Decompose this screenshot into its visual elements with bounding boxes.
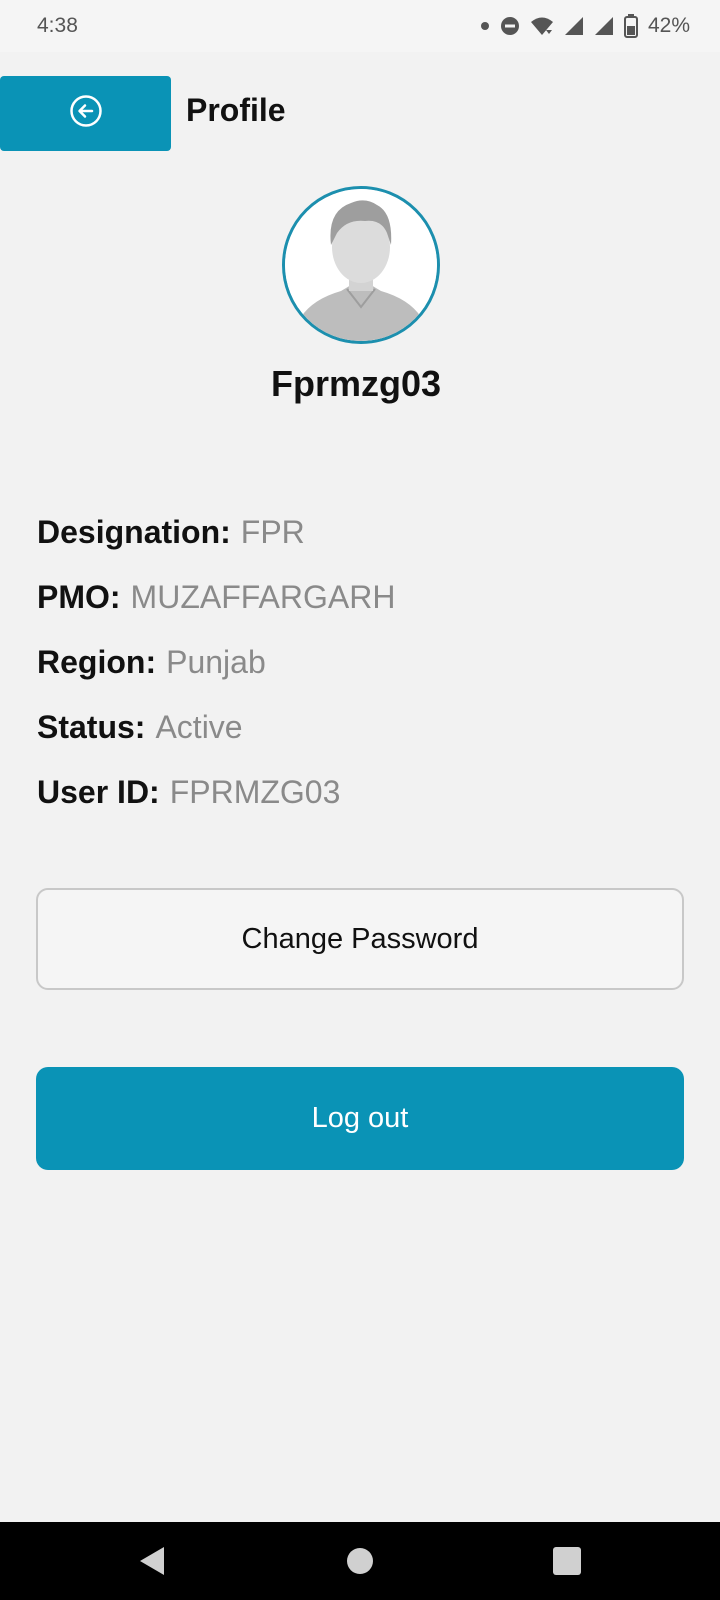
signal-icon-2 [594, 16, 614, 36]
username: Fprmzg03 [270, 363, 442, 404]
square-recents-icon [553, 1547, 581, 1575]
detail-label: Status: [37, 709, 146, 745]
detail-label: Region: [37, 644, 157, 680]
back-button[interactable] [0, 76, 171, 151]
status-bar: 4:38 42% [0, 0, 720, 52]
change-password-button[interactable]: Change Password [36, 888, 684, 990]
avatar [282, 186, 440, 344]
arrow-left-circle-icon [69, 94, 103, 133]
logout-button[interactable]: Log out [36, 1067, 684, 1170]
detail-row-region: Region: Punjab [37, 638, 395, 703]
system-nav-bar [0, 1522, 720, 1600]
detail-row-designation: Designation: FPR [37, 508, 395, 573]
detail-value: FPRMZG03 [169, 774, 341, 810]
detail-label: Designation: [37, 514, 231, 550]
circle-home-icon [347, 1548, 373, 1574]
detail-row-pmo: PMO: MUZAFFARGARH [37, 573, 395, 638]
signal-icon [564, 16, 584, 36]
profile-details: Designation: FPR PMO: MUZAFFARGARH Region:… [37, 508, 395, 833]
detail-value: FPR [240, 514, 305, 550]
detail-value: MUZAFFARGARH [130, 579, 396, 615]
user-avatar-icon [285, 189, 437, 341]
detail-value: Active [155, 709, 243, 745]
detail-label: PMO: [37, 579, 121, 615]
do-not-disturb-icon [500, 16, 520, 36]
detail-row-user-id: User ID: FPRMZG03 [37, 768, 395, 833]
nav-back-button[interactable] [112, 1522, 192, 1600]
triangle-back-icon [140, 1547, 164, 1575]
battery-icon [623, 14, 638, 38]
status-time: 4:38 [37, 14, 78, 37]
detail-label: User ID: [37, 774, 160, 810]
detail-row-status: Status: Active [37, 703, 395, 768]
detail-value: Punjab [166, 644, 266, 680]
status-icons: 42% [480, 14, 690, 38]
battery-percentage: 42% [647, 14, 690, 37]
notification-dot-icon [480, 21, 490, 31]
nav-recents-button[interactable] [527, 1522, 607, 1600]
page-title: Profile [186, 92, 286, 128]
nav-home-button[interactable] [320, 1522, 400, 1600]
wifi-icon [530, 16, 554, 36]
